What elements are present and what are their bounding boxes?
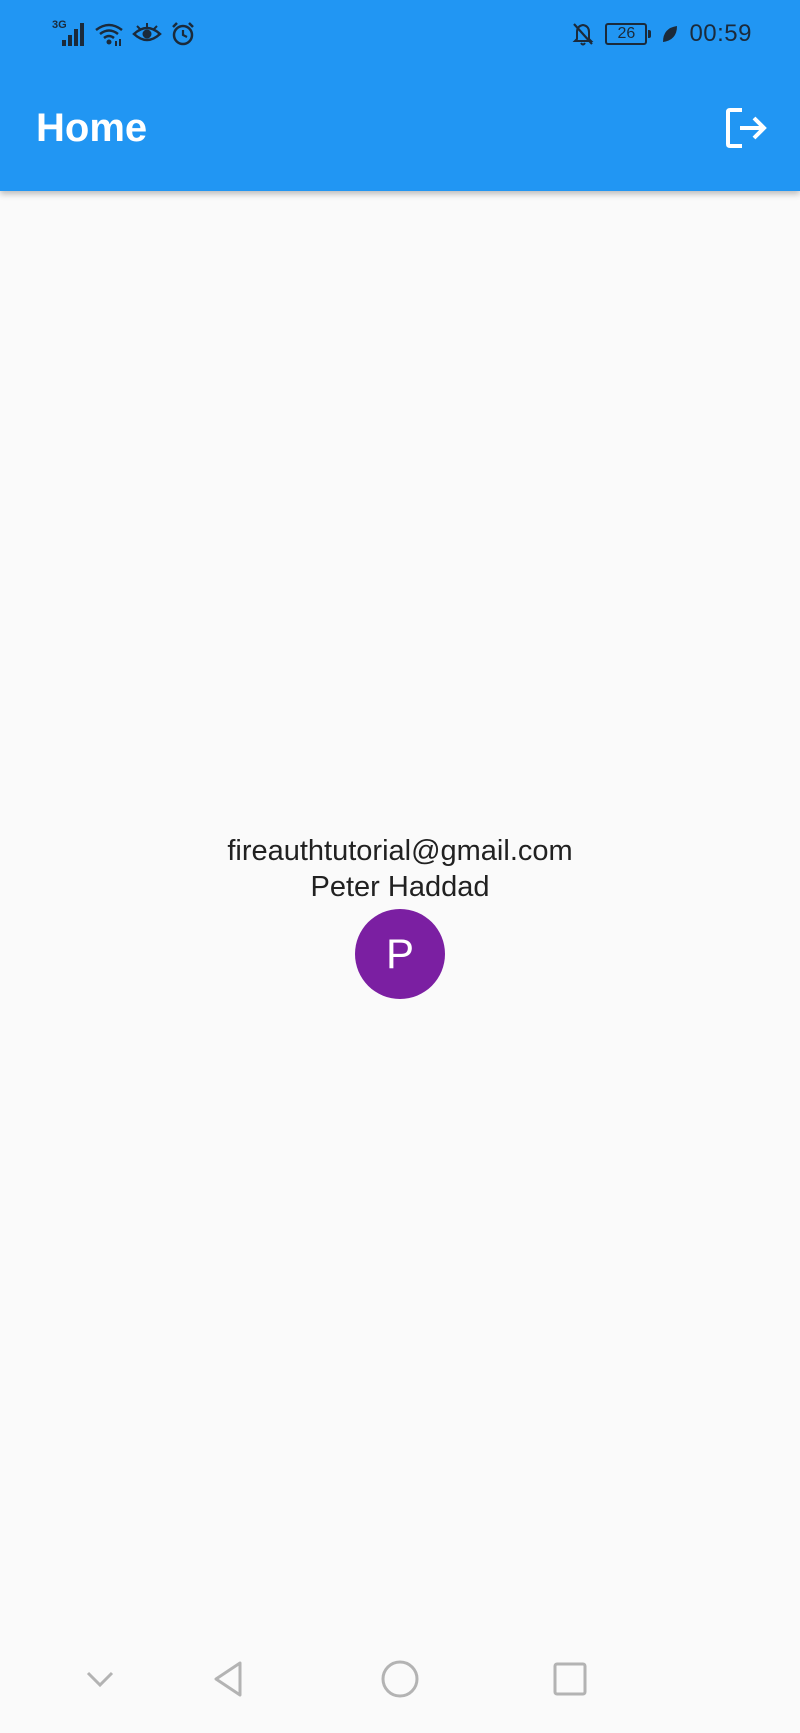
recents-icon: [553, 1662, 587, 1696]
status-time: 00:59: [689, 20, 752, 47]
eye-icon: [132, 22, 162, 46]
status-left-group: 3G: [52, 18, 196, 50]
back-button[interactable]: [200, 1651, 256, 1707]
app-bar: Home: [0, 68, 800, 191]
leaf-icon: [661, 24, 679, 44]
back-icon: [214, 1661, 242, 1697]
page-title: Home: [36, 106, 148, 150]
home-icon: [381, 1660, 419, 1698]
status-right-group: 26 00:59: [571, 16, 752, 52]
status-bar: 3G 26 00:59: [0, 0, 800, 68]
collapse-icon: [86, 1671, 114, 1688]
home-screen: 3G 26 00:59 Home fireauthtutorial@gmail.…: [0, 0, 800, 1733]
system-nav-bar: [0, 1623, 800, 1733]
battery-icon: 26: [605, 23, 652, 45]
notifications-off-icon: [571, 21, 595, 47]
profile-info: fireauthtutorial@gmail.com Peter Haddad …: [0, 833, 800, 999]
logout-button[interactable]: [720, 102, 772, 154]
user-name: Peter Haddad: [310, 871, 490, 903]
collapse-button[interactable]: [72, 1651, 128, 1707]
battery-level: 26: [617, 25, 636, 42]
logout-icon: [726, 108, 767, 148]
top-bar: 3G 26 00:59 Home: [0, 0, 800, 191]
network-type-label: 3G: [52, 19, 67, 31]
alarm-icon: [170, 21, 196, 47]
wifi-icon: [94, 21, 124, 47]
user-email: fireauthtutorial@gmail.com: [227, 835, 573, 867]
signal-icon: 3G: [52, 20, 86, 48]
avatar: P: [355, 909, 445, 999]
avatar-initial: P: [385, 930, 414, 977]
recents-button[interactable]: [542, 1651, 598, 1707]
home-button[interactable]: [372, 1651, 428, 1707]
